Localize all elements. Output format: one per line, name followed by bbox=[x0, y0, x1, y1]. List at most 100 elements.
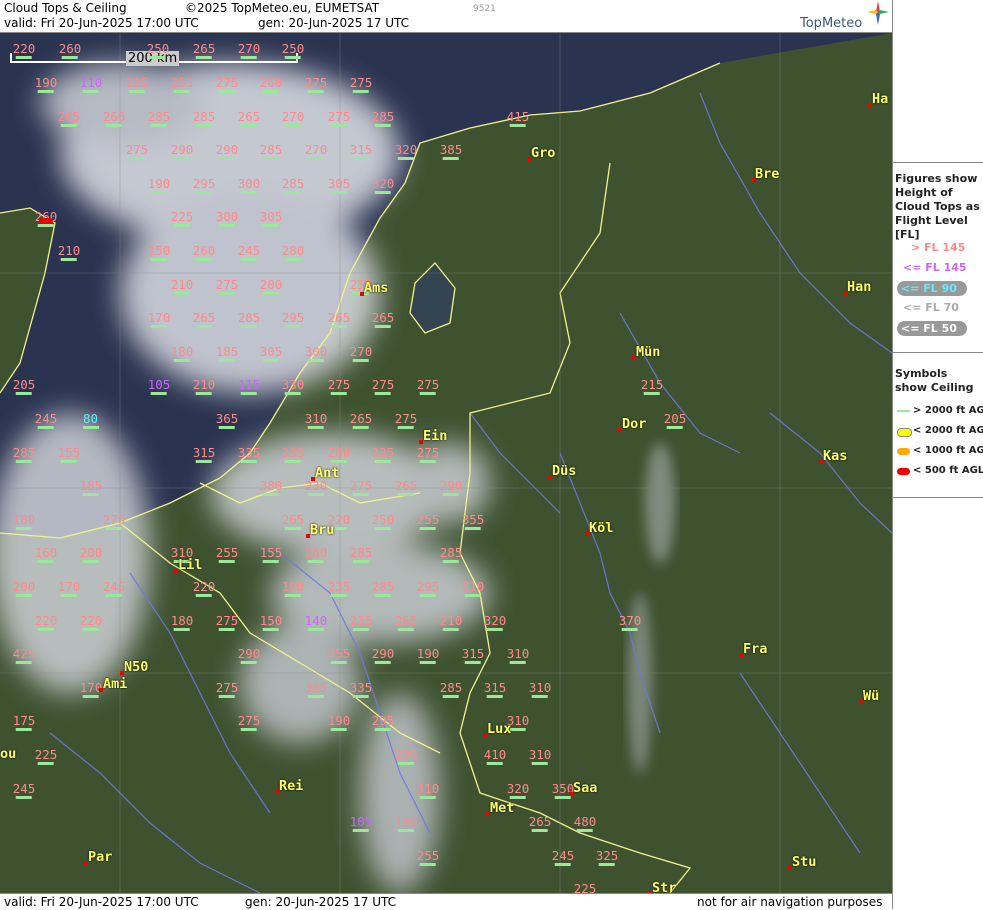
cloud-top-value: 365 bbox=[216, 412, 238, 429]
ceiling-symbol bbox=[419, 594, 436, 597]
cloud-top-value: 275 bbox=[350, 76, 372, 93]
city-label[interactable]: Ein bbox=[423, 428, 447, 444]
city-label[interactable]: Lux bbox=[487, 721, 511, 737]
city-label[interactable]: Ha bbox=[872, 91, 888, 107]
generated-time: gen: 20-Jun-2025 17 UTC bbox=[258, 16, 410, 30]
cloud-top-value: 330 bbox=[282, 378, 304, 395]
cloud-top-value: 310 bbox=[529, 681, 551, 698]
ceiling-symbol bbox=[37, 560, 54, 563]
ceiling-symbol bbox=[330, 325, 347, 328]
cloud-top-value: 275 bbox=[372, 378, 394, 395]
cloud-top-value: 265 bbox=[193, 311, 215, 328]
ceiling-symbol bbox=[15, 460, 32, 463]
cloud-top-value: 270 bbox=[282, 110, 304, 127]
city-label[interactable]: ou bbox=[0, 746, 16, 762]
ceiling-symbol bbox=[352, 359, 369, 362]
city-label[interactable]: Mün bbox=[636, 344, 660, 360]
city-label[interactable]: Kas bbox=[823, 448, 847, 464]
cloud-top-value: 255 bbox=[417, 513, 439, 530]
height-legend-item: <= FL 50 bbox=[897, 321, 967, 336]
ceiling-symbol bbox=[509, 124, 526, 127]
city-label[interactable]: Stu bbox=[792, 854, 816, 870]
ceiling-symbol bbox=[150, 258, 167, 261]
ceiling-symbol bbox=[486, 695, 503, 698]
cloud-top-value: 350 bbox=[552, 782, 574, 799]
city-label[interactable]: Ant bbox=[315, 465, 339, 481]
cloud-top-value: 275 bbox=[216, 614, 238, 631]
ceiling-symbol bbox=[262, 90, 279, 93]
cloud-top-value: 275 bbox=[395, 412, 417, 429]
ceiling-symbol bbox=[374, 392, 391, 395]
cloud-top-value: 80 bbox=[83, 412, 99, 429]
ceiling-symbol bbox=[60, 594, 77, 597]
ceiling-symbol bbox=[397, 829, 414, 832]
cloud-top-value: 315 bbox=[462, 647, 484, 664]
ceiling-symbol bbox=[531, 829, 548, 832]
city-label[interactable]: Ams bbox=[364, 280, 388, 296]
cloud-top-value: 150 bbox=[260, 614, 282, 631]
cloud-top-value: 110 bbox=[80, 76, 102, 93]
cloud-top-value: 255 bbox=[171, 76, 193, 93]
ceiling-symbol bbox=[419, 661, 436, 664]
cloud-top-value: 335 bbox=[282, 446, 304, 463]
city-label[interactable]: Dor bbox=[622, 416, 646, 432]
city-label[interactable]: Saa bbox=[573, 780, 597, 796]
cloud-top-value: 230 bbox=[305, 479, 327, 496]
ceiling-symbol bbox=[307, 426, 324, 429]
cloud-top-value: 190 bbox=[395, 815, 417, 832]
map-id: 9521 bbox=[473, 4, 496, 14]
ceiling-symbol bbox=[262, 157, 279, 160]
ceiling-symbol bbox=[352, 628, 369, 631]
cloud-top-value: 285 bbox=[13, 446, 35, 463]
cloud-top-value: 220 bbox=[35, 614, 57, 631]
compass-logo-icon bbox=[867, 1, 889, 25]
cloud-top-value: 220 bbox=[80, 614, 102, 631]
city-label[interactable]: Lil bbox=[178, 557, 202, 573]
city-label[interactable]: Wü bbox=[863, 688, 879, 704]
ceiling-symbol bbox=[173, 157, 190, 160]
cloud-top-value: 310 bbox=[507, 647, 529, 664]
city-label[interactable]: Str bbox=[652, 880, 676, 893]
ceiling-symbol bbox=[352, 493, 369, 496]
ceiling-symbol bbox=[352, 90, 369, 93]
ceiling-symbol bbox=[37, 224, 54, 227]
ceiling-symbol bbox=[307, 359, 324, 362]
footer-bar: valid: Fri 20-Jun-2025 17:00 UTC gen: 20… bbox=[0, 893, 892, 910]
cloud-top-value: 310 bbox=[417, 782, 439, 799]
ceiling-symbol bbox=[374, 661, 391, 664]
cloud-top-value: 415 bbox=[507, 110, 529, 127]
cloud-top-value: 170 bbox=[58, 580, 80, 597]
city-label[interactable]: Gro bbox=[531, 145, 555, 161]
ceiling-symbol bbox=[15, 392, 32, 395]
city-label[interactable]: Bre bbox=[755, 166, 779, 182]
topmeteo-logo[interactable]: TopMeteo bbox=[800, 16, 862, 31]
cloud-top-value: 275 bbox=[216, 76, 238, 93]
city-label[interactable]: Fra bbox=[743, 641, 767, 657]
ceiling-symbol bbox=[307, 628, 324, 631]
ceiling-symbol bbox=[531, 695, 548, 698]
city-label[interactable]: Ami bbox=[103, 676, 127, 692]
ceiling-symbol bbox=[419, 460, 436, 463]
city-label[interactable]: N50 bbox=[124, 659, 148, 675]
city-label[interactable]: Met bbox=[490, 800, 514, 816]
cloud-top-value: 270 bbox=[103, 513, 125, 530]
cloud-top-value: 275 bbox=[238, 714, 260, 731]
city-label[interactable]: Köl bbox=[589, 520, 613, 536]
city-label[interactable]: Düs bbox=[552, 463, 576, 479]
ceiling-legend-item: < 1000 ft AGL bbox=[913, 445, 983, 456]
ceiling-symbol bbox=[442, 157, 459, 160]
ceiling-symbol bbox=[643, 392, 660, 395]
satellite-map[interactable]: 200 km 220 260 250 265 270 250 190 110 235 255 275… bbox=[0, 33, 892, 893]
city-label[interactable]: Rei bbox=[279, 778, 303, 794]
cloud-top-value: 285 bbox=[372, 110, 394, 127]
ceiling-legend-item: < 2000 ft AGL bbox=[913, 425, 983, 436]
ceiling-symbol bbox=[15, 796, 32, 799]
cloud-top-value: 275 bbox=[216, 681, 238, 698]
map-background bbox=[0, 33, 892, 893]
ceiling-symbol bbox=[82, 493, 99, 496]
ceiling-symbol bbox=[218, 224, 235, 227]
city-label[interactable]: Bru bbox=[310, 522, 334, 538]
city-label[interactable]: Par bbox=[88, 849, 112, 865]
ceiling-low-symbol bbox=[39, 218, 53, 224]
city-label[interactable]: Han bbox=[847, 279, 871, 295]
